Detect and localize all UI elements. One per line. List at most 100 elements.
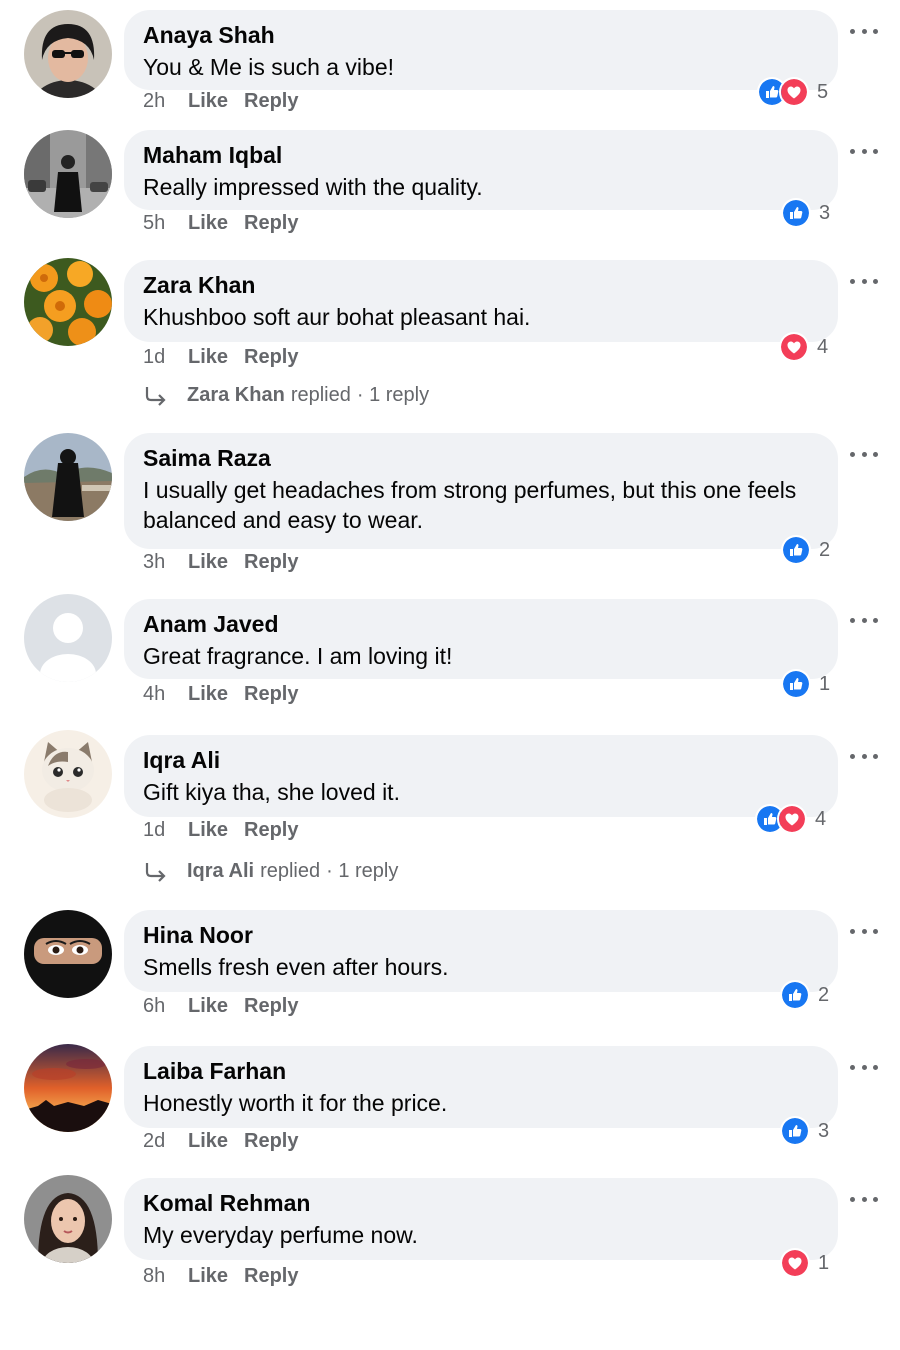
comment-meta: 6h Like Reply xyxy=(143,995,298,1018)
marigold-flowers-avatar[interactable] xyxy=(24,258,112,346)
commenter-name[interactable]: Komal Rehman xyxy=(143,1188,819,1218)
like-button[interactable]: Like xyxy=(188,551,244,574)
sunset-avatar[interactable] xyxy=(24,1044,112,1132)
reaction-summary[interactable]: 5 xyxy=(757,77,828,107)
comment-text: Really impressed with the quality. xyxy=(143,174,483,200)
comment-meta: 1d Like Reply xyxy=(143,819,298,842)
commenter-name[interactable]: Hina Noor xyxy=(143,920,819,950)
reply-button[interactable]: Reply xyxy=(244,346,298,369)
like-button[interactable]: Like xyxy=(188,1130,244,1153)
comment-text: My everyday perfume now. xyxy=(143,1222,418,1248)
reply-button[interactable]: Reply xyxy=(244,90,298,113)
reply-button[interactable]: Reply xyxy=(244,1130,298,1153)
reaction-count: 2 xyxy=(819,538,831,561)
reply-button[interactable]: Reply xyxy=(244,819,298,842)
like-button[interactable]: Like xyxy=(188,995,244,1018)
reaction-count: 2 xyxy=(818,983,830,1006)
woman-sunglasses-avatar[interactable] xyxy=(24,10,112,98)
reply-author-name[interactable]: Zara Khan xyxy=(187,384,285,407)
more-options-icon[interactable] xyxy=(850,26,878,36)
more-options-icon[interactable] xyxy=(850,615,878,625)
street-photo-avatar[interactable] xyxy=(24,130,112,218)
comment-text: Great fragrance. I am loving it! xyxy=(143,643,453,669)
comment-meta: 1d Like Reply xyxy=(143,346,298,369)
reaction-count: 3 xyxy=(818,1119,830,1142)
like-button[interactable]: Like xyxy=(188,346,244,369)
reaction-summary[interactable]: 2 xyxy=(781,535,830,565)
like-reaction-icon xyxy=(781,669,811,699)
reaction-summary[interactable]: 2 xyxy=(780,980,829,1010)
comment-bubble: Laiba Farhan Honestly worth it for the pr… xyxy=(124,1046,838,1128)
love-reaction-icon xyxy=(777,804,807,834)
commenter-name[interactable]: Saima Raza xyxy=(143,443,819,473)
comment-text: I usually get headaches from strong perf… xyxy=(143,477,797,533)
commenter-name[interactable]: Maham Iqbal xyxy=(143,140,819,170)
more-options-icon[interactable] xyxy=(850,1062,878,1072)
comment-text: You & Me is such a vibe! xyxy=(143,54,395,80)
like-button[interactable]: Like xyxy=(188,90,244,113)
reaction-count: 1 xyxy=(819,672,831,695)
reaction-summary[interactable]: 1 xyxy=(780,1248,829,1278)
like-reaction-icon xyxy=(780,980,810,1010)
more-options-icon[interactable] xyxy=(850,449,878,459)
like-button[interactable]: Like xyxy=(188,1265,244,1288)
reaction-summary[interactable]: 4 xyxy=(779,332,828,362)
reaction-summary[interactable]: 3 xyxy=(781,198,830,228)
comment-timestamp[interactable]: 4h xyxy=(143,683,188,706)
like-reaction-icon xyxy=(781,198,811,228)
more-options-icon[interactable] xyxy=(850,1194,878,1204)
like-button[interactable]: Like xyxy=(188,683,244,706)
comment-timestamp[interactable]: 2d xyxy=(143,1130,188,1153)
reaction-summary[interactable]: 4 xyxy=(755,804,826,834)
reply-button[interactable]: Reply xyxy=(244,1265,298,1288)
reply-button[interactable]: Reply xyxy=(244,212,298,235)
avatar-image xyxy=(24,130,112,218)
more-options-icon[interactable] xyxy=(850,926,878,936)
reaction-summary[interactable]: 1 xyxy=(781,669,830,699)
comment-timestamp[interactable]: 1d xyxy=(143,819,188,842)
reaction-count: 4 xyxy=(815,807,827,830)
comment-timestamp[interactable]: 5h xyxy=(143,212,188,235)
comment-timestamp[interactable]: 3h xyxy=(143,551,188,574)
comment-bubble: Komal Rehman My everyday perfume now. xyxy=(124,1178,838,1260)
woman-portrait-avatar[interactable] xyxy=(24,1175,112,1263)
commenter-name[interactable]: Anaya Shah xyxy=(143,20,819,50)
reply-arrow-icon xyxy=(145,862,166,882)
abaya-woman-avatar[interactable] xyxy=(24,433,112,521)
commenter-name[interactable]: Laiba Farhan xyxy=(143,1056,819,1086)
reply-status-text: replied xyxy=(260,860,321,882)
more-options-icon[interactable] xyxy=(850,276,878,286)
comment-bubble: Anaya Shah You & Me is such a vibe! xyxy=(124,10,838,90)
comment-timestamp[interactable]: 1d xyxy=(143,346,188,369)
default-profile-avatar[interactable] xyxy=(24,594,112,682)
reply-button[interactable]: Reply xyxy=(244,551,298,574)
commenter-name[interactable]: Zara Khan xyxy=(143,270,819,300)
cartoon-cat-avatar[interactable] xyxy=(24,730,112,818)
comment-timestamp[interactable]: 2h xyxy=(143,90,188,113)
comment-bubble: Saima Raza I usually get headaches from s… xyxy=(124,433,838,549)
like-reaction-icon xyxy=(781,535,811,565)
comment-timestamp[interactable]: 6h xyxy=(143,995,188,1018)
like-button[interactable]: Like xyxy=(188,819,244,842)
comment-timestamp[interactable]: 8h xyxy=(143,1265,188,1288)
more-options-icon[interactable] xyxy=(850,146,878,156)
commenter-name[interactable]: Iqra Ali xyxy=(143,745,819,775)
view-replies-link[interactable]: Iqra Ali replied · 1 reply xyxy=(143,860,398,883)
reply-count: · 1 reply xyxy=(326,860,399,882)
reply-button[interactable]: Reply xyxy=(244,683,298,706)
view-replies-link[interactable]: Zara Khan replied · 1 reply xyxy=(143,384,429,407)
avatar-image xyxy=(24,10,112,98)
comment-meta: 5h Like Reply xyxy=(143,212,298,235)
reply-button[interactable]: Reply xyxy=(244,995,298,1018)
avatar-image xyxy=(24,1175,112,1263)
reaction-count: 5 xyxy=(817,80,829,103)
commenter-name[interactable]: Anam Javed xyxy=(143,609,819,639)
comment-meta: 2d Like Reply xyxy=(143,1130,298,1153)
reaction-summary[interactable]: 3 xyxy=(780,1116,829,1146)
more-options-icon[interactable] xyxy=(850,751,878,761)
love-reaction-icon xyxy=(779,77,809,107)
niqab-eyes-avatar[interactable] xyxy=(24,910,112,998)
reply-author-name[interactable]: Iqra Ali xyxy=(187,860,254,883)
reply-count: · 1 reply xyxy=(356,384,430,406)
like-button[interactable]: Like xyxy=(188,212,244,235)
